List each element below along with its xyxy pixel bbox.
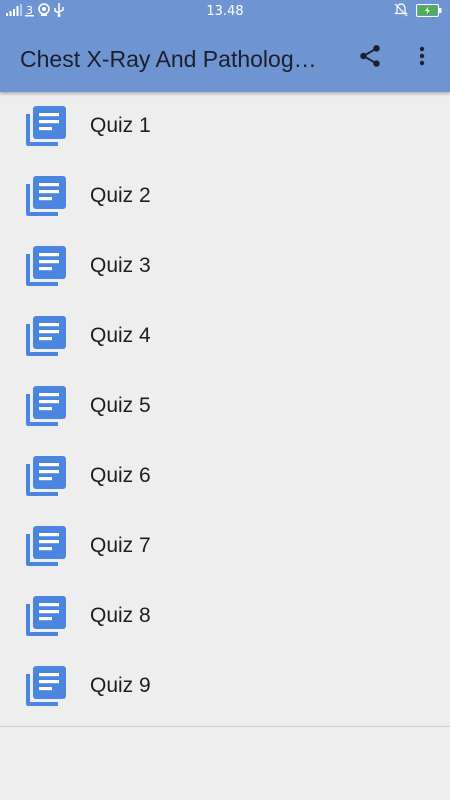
library-books-icon (24, 174, 68, 218)
list-item[interactable]: Quiz 7 (0, 512, 450, 582)
list-item-label: Quiz 9 (90, 674, 151, 697)
list-item[interactable]: Quiz 6 (0, 442, 450, 512)
list-item-label: Quiz 5 (90, 394, 151, 417)
list-item-label: Quiz 1 (90, 114, 151, 137)
library-books-icon (24, 384, 68, 428)
library-books-icon (24, 244, 68, 288)
battery-charging-icon (416, 3, 442, 21)
library-books-icon (24, 524, 68, 568)
list-item-label: Quiz 6 (90, 464, 151, 487)
quiz-list: Quiz 1 Quiz 2 Quiz 3 Quiz 4 Quiz 5 Quiz 6 Quiz… (0, 92, 450, 722)
list-divider (0, 726, 450, 727)
app-title: Chest X-Ray And Patholog… (20, 46, 317, 72)
list-item[interactable]: Quiz 9 (0, 652, 450, 722)
library-books-icon (24, 664, 68, 708)
list-item-label: Quiz 8 (90, 604, 151, 627)
list-item-label: Quiz 4 (90, 324, 151, 347)
status-right-icons (394, 3, 442, 21)
list-item[interactable]: Quiz 5 (0, 372, 450, 442)
mute-icon (394, 3, 408, 21)
library-books-icon (24, 454, 68, 498)
more-options-button[interactable] (406, 42, 438, 74)
list-item-label: Quiz 7 (90, 534, 151, 557)
list-item[interactable]: Quiz 1 (0, 92, 450, 162)
list-item[interactable]: Quiz 8 (0, 582, 450, 652)
status-bar: 3 13.48 (0, 0, 450, 24)
list-item[interactable]: Quiz 4 (0, 302, 450, 372)
library-books-icon (24, 314, 68, 358)
list-item-label: Quiz 3 (90, 254, 151, 277)
share-icon (357, 43, 383, 74)
status-time: 13.48 (206, 4, 244, 19)
library-books-icon (24, 104, 68, 148)
share-button[interactable] (354, 42, 386, 74)
list-item[interactable]: Quiz 2 (0, 162, 450, 232)
list-item[interactable]: Quiz 3 (0, 232, 450, 302)
more-vert-icon (410, 44, 434, 73)
library-books-icon (24, 594, 68, 638)
app-bar: Chest X-Ray And Patholog… (0, 24, 450, 92)
list-item-label: Quiz 2 (90, 184, 151, 207)
